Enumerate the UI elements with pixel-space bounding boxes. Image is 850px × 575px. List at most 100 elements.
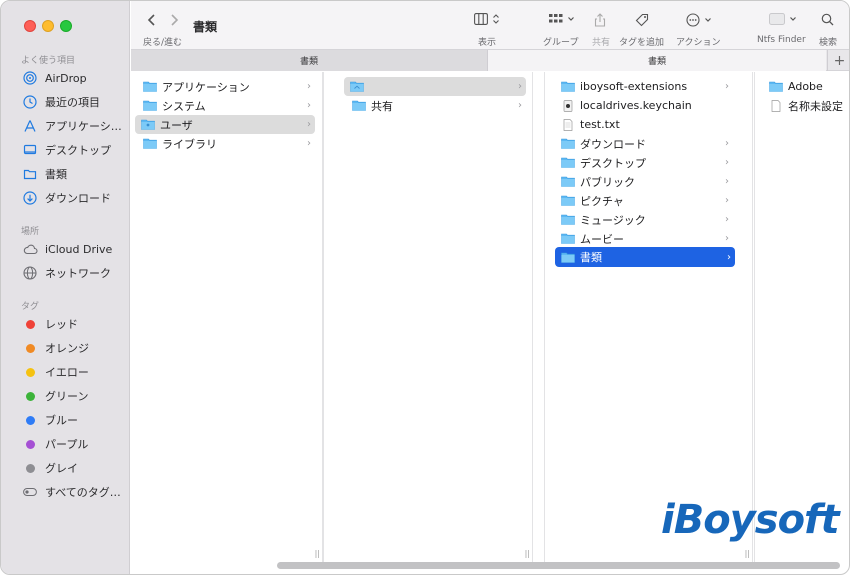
- sidebar-item-label: アプリケーシ…: [45, 120, 122, 133]
- sidebar-item-label: グレイ: [45, 462, 78, 475]
- horizontal-scrollbar[interactable]: [277, 562, 840, 569]
- list-item-home-folder[interactable]: ›: [344, 77, 526, 96]
- view-label: 表示: [478, 38, 497, 48]
- sidebar-item-label: オレンジ: [45, 342, 89, 355]
- list-item-library[interactable]: ライブラリ ›: [137, 134, 315, 153]
- column-2: › 共有 › ||: [323, 72, 533, 562]
- view-button[interactable]: [474, 13, 500, 25]
- sidebar-item-desktop[interactable]: デスクトップ: [13, 139, 125, 161]
- column-view-icon: [474, 13, 488, 25]
- sidebar-item-downloads[interactable]: ダウンロード: [13, 187, 125, 209]
- close-window-button[interactable]: [24, 20, 36, 32]
- all-tags-icon: [21, 483, 39, 501]
- item-label: デスクトップ: [580, 156, 646, 170]
- airdrop-icon: [21, 69, 39, 87]
- add-tag-label: タグを追加: [619, 38, 665, 48]
- tag-green-dot-icon: [25, 391, 35, 401]
- sidebar-item-airdrop[interactable]: AirDrop: [13, 67, 125, 89]
- sidebar-item-label: 最近の項目: [45, 96, 100, 109]
- sidebar-item-network[interactable]: ネットワーク: [13, 262, 125, 284]
- ntfs-finder-button[interactable]: [769, 13, 797, 25]
- minimize-window-button[interactable]: [42, 20, 54, 32]
- list-item-system[interactable]: システム ›: [137, 96, 315, 115]
- item-label: ユーザ: [160, 118, 193, 132]
- search-button[interactable]: [821, 13, 834, 26]
- chevron-right-icon: ›: [725, 233, 729, 244]
- sidebar-tag-orange[interactable]: オレンジ: [13, 337, 125, 359]
- list-item-pictures[interactable]: ピクチャ ›: [555, 191, 733, 210]
- item-label: ライブラリ: [162, 137, 217, 151]
- list-item-users[interactable]: ユーザ ›: [135, 115, 315, 134]
- folder-icon: [143, 100, 157, 111]
- list-item-iboysoft-extensions[interactable]: iboysoft-extensions ›: [555, 77, 733, 96]
- share-icon: [594, 13, 606, 27]
- forward-button[interactable]: [169, 13, 179, 31]
- new-tab-button[interactable]: +: [827, 50, 849, 71]
- document-folder-icon: [21, 165, 39, 183]
- list-item-downloads[interactable]: ダウンロード ›: [555, 134, 733, 153]
- download-icon: [21, 189, 39, 207]
- tab-documents-2[interactable]: 書類: [488, 50, 826, 71]
- plus-icon: +: [833, 52, 846, 69]
- favorites-section-title: よく使う項目: [21, 56, 76, 66]
- column-resize-handle[interactable]: ||: [315, 549, 320, 558]
- list-item-public[interactable]: パブリック ›: [555, 172, 733, 191]
- list-item-music[interactable]: ミュージック ›: [555, 210, 733, 229]
- list-item-localdrives-keychain[interactable]: localdrives.keychain: [555, 96, 733, 115]
- folder-icon: [561, 138, 575, 149]
- list-item-untitled[interactable]: 名称未設定: [763, 96, 849, 115]
- document-file-icon: [769, 100, 783, 112]
- chevron-right-icon: ›: [725, 138, 729, 149]
- sidebar-item-label: ネットワーク: [45, 267, 111, 280]
- zoom-window-button[interactable]: [60, 20, 72, 32]
- item-label: システム: [162, 99, 206, 113]
- sidebar-item-documents[interactable]: 書類: [13, 163, 125, 185]
- ntfs-finder-icon: [769, 13, 785, 25]
- home-folder-icon: [350, 81, 364, 92]
- folder-icon: [143, 138, 157, 149]
- sidebar-item-applications[interactable]: アプリケーシ…: [13, 115, 125, 137]
- sidebar-item-label: ブルー: [45, 414, 78, 427]
- chevron-right-icon: ›: [307, 81, 311, 92]
- folder-icon: [143, 81, 157, 92]
- list-item-test-txt[interactable]: test.txt: [555, 115, 733, 134]
- item-label: ピクチャ: [580, 194, 624, 208]
- folder-icon: [352, 100, 366, 111]
- sidebar-tag-gray[interactable]: グレイ: [13, 457, 125, 479]
- item-label: iboysoft-extensions: [580, 80, 688, 93]
- sidebar-item-label: グリーン: [45, 390, 89, 403]
- column-resize-handle[interactable]: ||: [745, 549, 750, 558]
- sidebar-all-tags[interactable]: すべてのタグ…: [13, 481, 125, 503]
- list-item-applications[interactable]: アプリケーション ›: [137, 77, 315, 96]
- action-label: アクション: [676, 38, 721, 48]
- sidebar-item-label: レッド: [45, 318, 78, 331]
- share-button[interactable]: [594, 13, 606, 27]
- sidebar-item-recents[interactable]: 最近の項目: [13, 91, 125, 113]
- group-button[interactable]: [549, 13, 575, 25]
- list-item-shared[interactable]: 共有 ›: [346, 96, 526, 115]
- back-button[interactable]: [147, 13, 157, 31]
- sidebar-tag-green[interactable]: グリーン: [13, 385, 125, 407]
- list-item-desktop[interactable]: デスクトップ ›: [555, 153, 733, 172]
- sidebar-tag-purple[interactable]: パープル: [13, 433, 125, 455]
- list-item-adobe[interactable]: Adobe: [763, 77, 849, 96]
- column-resize-handle[interactable]: ||: [525, 549, 530, 558]
- chevron-right-icon: ›: [725, 81, 729, 92]
- action-button[interactable]: [686, 13, 712, 27]
- folder-icon: [561, 81, 575, 92]
- tag-orange-dot-icon: [25, 343, 35, 353]
- cloud-icon: [21, 240, 39, 258]
- add-tag-button[interactable]: [635, 13, 649, 27]
- sidebar-tag-blue[interactable]: ブルー: [13, 409, 125, 431]
- list-item-movies[interactable]: ムービー ›: [555, 229, 733, 248]
- locations-section-title: 場所: [21, 227, 40, 237]
- item-label: test.txt: [580, 118, 620, 131]
- item-label: 名称未設定: [788, 99, 843, 113]
- users-folder-icon: [141, 119, 155, 130]
- list-item-documents[interactable]: 書類 ›: [555, 247, 735, 267]
- sidebar-item-icloud-drive[interactable]: iCloud Drive: [13, 238, 125, 260]
- sidebar-tag-red[interactable]: レッド: [13, 313, 125, 335]
- tab-label: 書類: [299, 57, 318, 67]
- sidebar-tag-yellow[interactable]: イエロー: [13, 361, 125, 383]
- tab-documents-1[interactable]: 書類: [131, 50, 488, 71]
